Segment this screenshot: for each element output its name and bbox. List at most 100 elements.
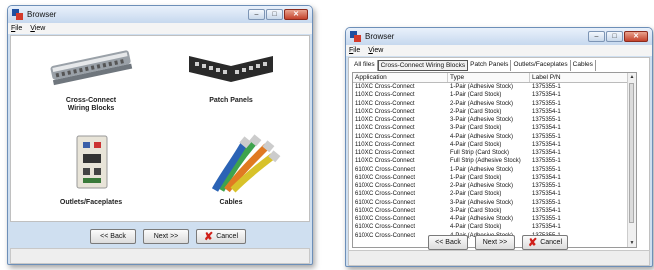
cell-label-pn: 1375355-1 <box>532 84 561 90</box>
cancel-button[interactable]: ✘ Cancel <box>522 235 568 250</box>
tile-label: Patch Panels <box>209 97 253 104</box>
menu-view[interactable]: View <box>368 47 383 54</box>
tile-cables[interactable]: Cables <box>171 132 291 207</box>
category-panel: Cross-Connect Wiring Blocks Patch Panels <box>10 35 310 222</box>
cell-label-pn: 1375355-1 <box>532 158 561 165</box>
cell-type: 4-Pair (Card Stock) <box>450 141 502 148</box>
table-row[interactable]: 110XC Cross-Connect 2-Pair (Card Stock) 13… <box>353 108 636 116</box>
tile-outlets-faceplates[interactable]: Outlets/Faceplates <box>31 132 151 207</box>
cancel-label: Cancel <box>216 233 238 240</box>
table-row[interactable]: 110XC Cross-Connect 4-Pair (Adhesive Stoc… <box>353 133 636 141</box>
table-row[interactable]: 110XC Cross-Connect Full Strip (Card Stoc… <box>353 149 636 157</box>
browser-window-right: Browser – □ ✕ File View All files Cross-… <box>345 27 653 267</box>
tab-all-files[interactable]: All files <box>352 60 378 71</box>
table-header: Application Type Label P/N <box>353 73 636 83</box>
label-table: Application Type Label P/N 110XC Cross-C… <box>352 72 637 248</box>
scroll-down-icon[interactable]: ▼ <box>628 240 636 246</box>
tab-outlets-faceplates[interactable]: Outlets/Faceplates <box>511 60 571 71</box>
tile-label: Cross-Connect Wiring Blocks <box>65 97 117 112</box>
minimize-button[interactable]: – <box>248 9 265 20</box>
close-button[interactable]: ✕ <box>284 9 308 20</box>
cell-application: 110XC Cross-Connect <box>355 100 415 107</box>
maximize-button[interactable]: □ <box>606 31 623 42</box>
table-row[interactable]: 110XC Cross-Connect 1-Pair (Adhesive Stoc… <box>353 83 636 91</box>
tab-cables[interactable]: Cables <box>571 60 596 71</box>
cell-label-pn: 1375355-1 <box>532 133 561 140</box>
vertical-scrollbar[interactable]: ▲ ▼ <box>627 73 636 247</box>
cell-label-pn: 1375354-1 <box>532 174 561 181</box>
tab-patch-panels[interactable]: Patch Panels <box>468 60 512 71</box>
table-row[interactable]: 610XC Cross-Connect 4-Pair (Card Stock) 13… <box>353 223 636 231</box>
cell-label-pn: 1375354-1 <box>532 125 561 132</box>
back-button[interactable]: << Back <box>428 235 468 250</box>
app-icon <box>350 31 361 42</box>
tile-patch-panels[interactable]: Patch Panels <box>171 42 291 105</box>
cell-application: 110XC Cross-Connect <box>355 141 415 148</box>
cell-type: 2-Pair (Adhesive Stock) <box>450 100 514 107</box>
table-row[interactable]: 110XC Cross-Connect 2-Pair (Adhesive Stoc… <box>353 100 636 108</box>
cell-label-pn: 1375354-1 <box>532 224 561 231</box>
tab-cross-connect[interactable]: Cross-Connect Wiring Blocks <box>377 60 469 71</box>
minimize-button[interactable]: – <box>588 31 605 42</box>
status-bar <box>348 250 650 266</box>
window-title: Browser <box>365 32 395 41</box>
table-row[interactable]: 110XC Cross-Connect Full Strip (Adhesive … <box>353 157 636 165</box>
cell-label-pn: 1375355-1 <box>532 117 561 123</box>
menu-file[interactable]: File <box>349 47 360 54</box>
faceplate-icon <box>76 135 108 189</box>
menu-file[interactable]: File <box>11 25 22 32</box>
cell-type: Full Strip (Card Stock) <box>450 150 510 156</box>
title-bar[interactable]: Browser – □ ✕ <box>8 6 312 23</box>
table-row[interactable]: 110XC Cross-Connect 1-Pair (Card Stock) 13… <box>353 91 636 99</box>
title-bar[interactable]: Browser – □ ✕ <box>346 28 652 45</box>
cell-label-pn: 1375355-1 <box>532 183 561 189</box>
column-header-application[interactable]: Application <box>353 73 448 82</box>
cell-label-pn: 1375355-1 <box>532 199 561 206</box>
scroll-up-icon[interactable]: ▲ <box>628 74 636 80</box>
cancel-button[interactable]: ✘ Cancel <box>196 229 246 244</box>
wizard-buttons: << Back Next >> ✘ Cancel <box>428 235 568 250</box>
table-row[interactable]: 610XC Cross-Connect 2-Pair (Card Stock) 13… <box>353 190 636 198</box>
menu-bar: File View <box>8 23 312 34</box>
cell-label-pn: 1375354-1 <box>532 108 561 115</box>
category-tabs: All files Cross-Connect Wiring Blocks Pa… <box>352 60 596 71</box>
back-button[interactable]: << Back <box>90 229 136 244</box>
cell-label-pn: 1375354-1 <box>532 150 561 156</box>
cell-type: 3-Pair (Card Stock) <box>450 125 502 132</box>
wiring-block-icon <box>50 50 133 86</box>
next-button[interactable]: Next >> <box>475 235 515 250</box>
cell-application: 110XC Cross-Connect <box>355 117 415 123</box>
cell-application: 610XC Cross-Connect <box>355 183 416 189</box>
table-row[interactable]: 110XC Cross-Connect 3-Pair (Adhesive Stoc… <box>353 116 636 124</box>
cell-label-pn: 1375354-1 <box>532 141 561 148</box>
column-header-type[interactable]: Type <box>448 73 530 82</box>
table-row[interactable]: 610XC Cross-Connect 1-Pair (Card Stock) 13… <box>353 174 636 182</box>
table-row[interactable]: 610XC Cross-Connect 4-Pair (Adhesive Stoc… <box>353 215 636 223</box>
menu-view[interactable]: View <box>30 25 45 32</box>
table-row[interactable]: 110XC Cross-Connect 3-Pair (Card Stock) 13… <box>353 124 636 132</box>
tile-label: Outlets/Faceplates <box>59 199 123 206</box>
wizard-buttons: << Back Next >> ✘ Cancel <box>90 229 246 244</box>
cell-type: 1-Pair (Card Stock) <box>450 92 502 99</box>
next-button[interactable]: Next >> <box>143 229 189 244</box>
cell-type: 4-Pair (Adhesive Stock) <box>450 216 514 222</box>
scroll-thumb[interactable] <box>629 83 634 223</box>
patch-panel-icon <box>189 56 273 82</box>
table-row[interactable]: 610XC Cross-Connect 2-Pair (Adhesive Stoc… <box>353 182 636 190</box>
cables-icon <box>211 134 281 193</box>
maximize-button[interactable]: □ <box>266 9 283 20</box>
tile-cross-connect[interactable]: Cross-Connect Wiring Blocks <box>31 42 151 113</box>
cell-type: 1-Pair (Card Stock) <box>450 174 502 181</box>
cell-application: 610XC Cross-Connect <box>355 166 416 173</box>
table-row[interactable]: 610XC Cross-Connect 3-Pair (Adhesive Stoc… <box>353 199 636 207</box>
close-button[interactable]: ✕ <box>624 31 648 42</box>
cell-type: 1-Pair (Adhesive Stock) <box>450 84 514 90</box>
cell-application: 610XC Cross-Connect <box>355 199 416 206</box>
cell-label-pn: 1375355-1 <box>532 216 561 222</box>
table-row[interactable]: 110XC Cross-Connect 4-Pair (Card Stock) 13… <box>353 141 636 149</box>
cell-application: 110XC Cross-Connect <box>355 92 415 99</box>
column-header-label-pn[interactable]: Label P/N <box>530 73 636 82</box>
table-row[interactable]: 610XC Cross-Connect 1-Pair (Adhesive Stoc… <box>353 166 636 174</box>
cell-application: 610XC Cross-Connect <box>355 224 416 231</box>
table-row[interactable]: 610XC Cross-Connect 3-Pair (Card Stock) 13… <box>353 207 636 215</box>
